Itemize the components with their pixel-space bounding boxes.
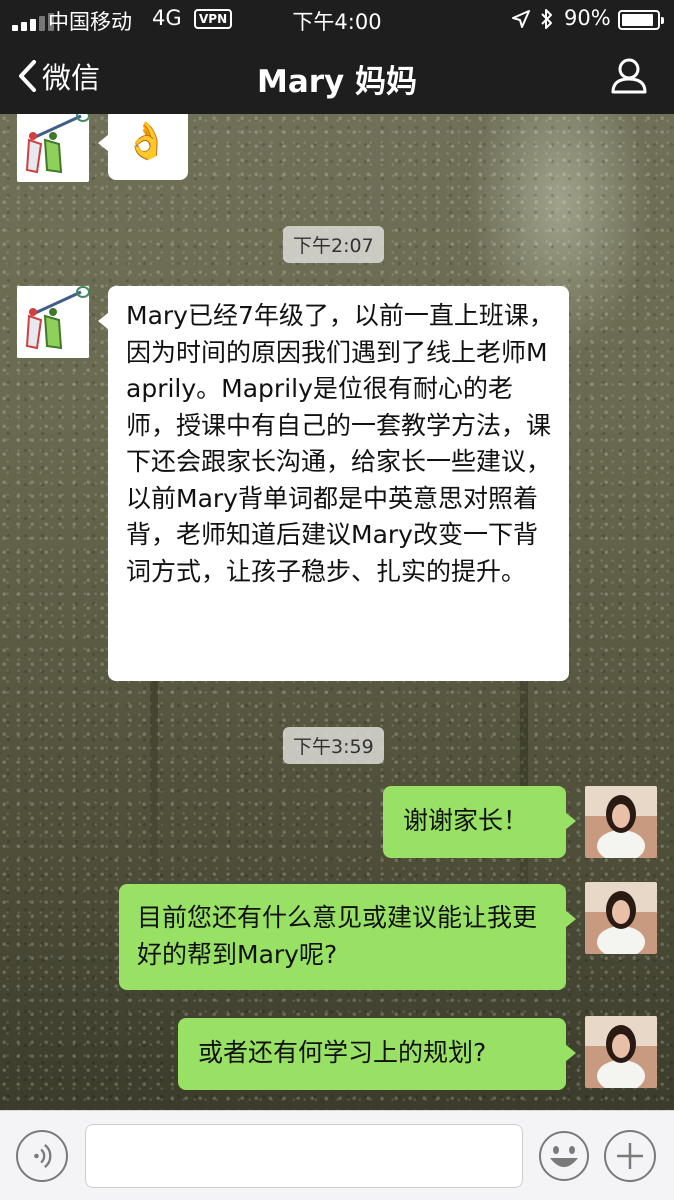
- ok-hand-emoji-icon: 👌: [124, 121, 169, 162]
- profile-icon[interactable]: [610, 58, 648, 94]
- chat-title: Mary 妈妈: [256, 64, 418, 100]
- message-timestamp: 下午3:59: [283, 727, 384, 764]
- emoji-button[interactable]: [538, 1130, 590, 1182]
- battery-percent: 90%: [564, 6, 611, 30]
- chat-area[interactable]: 👌 下午2:07 Mary已经7年级了，以前一直上班课，因为时间的原因我们遇到了…: [0, 114, 674, 1110]
- message-text: 目前您还有什么意见或建议能让我更好的帮到Mary呢?: [137, 903, 538, 969]
- user-avatar[interactable]: [585, 786, 657, 858]
- emoji-icon: [539, 1131, 589, 1181]
- navigation-bar: 微信 Mary 妈妈: [0, 38, 674, 114]
- top-bar: 中国移动 4G VPN 下午4:00 90% 微信 Mary 妈妈: [0, 0, 674, 114]
- location-arrow-icon: [512, 10, 530, 28]
- status-bar: 中国移动 4G VPN 下午4:00 90%: [0, 0, 674, 38]
- input-bar: [0, 1110, 674, 1200]
- message-text: 谢谢家长！: [403, 806, 529, 835]
- contact-avatar[interactable]: [17, 114, 89, 182]
- message-bubble-received[interactable]: Mary已经7年级了，以前一直上班课，因为时间的原因我们遇到了线上老师Mapri…: [98, 286, 569, 681]
- message-timestamp: 下午2:07: [283, 226, 384, 263]
- message-bubble-received[interactable]: 👌: [98, 114, 188, 180]
- message-bubble-sent[interactable]: 谢谢家长！: [383, 786, 576, 858]
- message-input[interactable]: [85, 1124, 523, 1188]
- plus-icon: [617, 1143, 643, 1169]
- user-avatar[interactable]: [585, 882, 657, 954]
- message-text: Mary已经7年级了，以前一直上班课，因为时间的原因我们遇到了线上老师Mapri…: [126, 301, 554, 586]
- message-text: 或者还有何学习上的规划?: [198, 1038, 487, 1067]
- message-bubble-sent[interactable]: 目前您还有什么意见或建议能让我更好的帮到Mary呢?: [119, 884, 576, 990]
- more-button[interactable]: [604, 1130, 656, 1182]
- bluetooth-icon: [541, 9, 552, 29]
- battery-level-fill: [622, 14, 653, 26]
- contact-avatar[interactable]: [17, 286, 89, 358]
- voice-icon: [34, 1144, 52, 1168]
- battery-icon: [618, 10, 664, 30]
- message-bubble-sent[interactable]: 或者还有何学习上的规划?: [178, 1018, 576, 1090]
- user-avatar[interactable]: [585, 1016, 657, 1088]
- voice-input-button[interactable]: [16, 1130, 68, 1182]
